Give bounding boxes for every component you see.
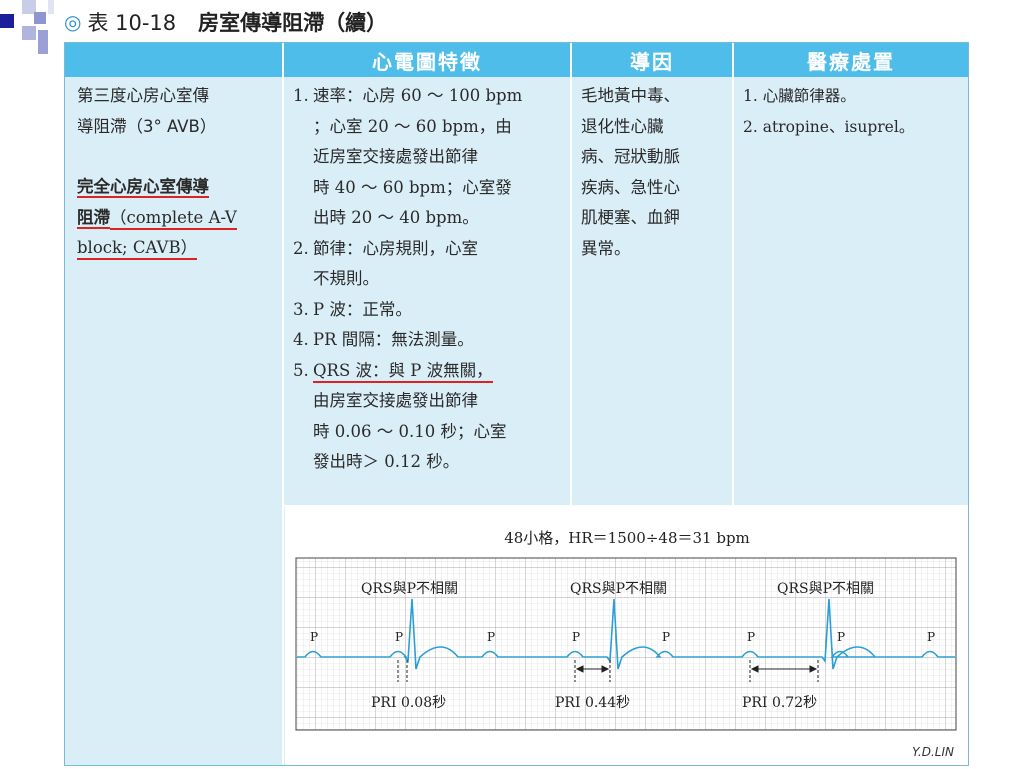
table-title: ◎ 表 10-18 房室傳導阻滯（續） [64, 6, 969, 38]
ecg-strip: 48小格，HR＝1500÷48＝31 bpm QRS與P不相關 QRS與P不相關 Q… [295, 529, 957, 731]
treatment-item: 2. atropine、isuprel。 [743, 117, 915, 136]
corner-decoration [0, 0, 60, 60]
p-wave-label: P [747, 630, 755, 644]
row-name-emphasis: 完全心房心室傳導 [77, 177, 209, 196]
ecg-features-cell: 1. 速率：心房 60 ～ 100 bpm ；心室 20 ～ 60 bpm，由 近房… [293, 81, 565, 478]
column-divider [282, 43, 284, 765]
cause-line: 肌梗塞、血鉀 [581, 208, 680, 227]
p-wave-label: P [310, 630, 318, 644]
ecg-caption: 48小格，HR＝1500÷48＝31 bpm [504, 529, 750, 547]
row-name-emphasis: 阻滯 [77, 207, 110, 227]
treatment-item: 1. 心臟節律器。 [743, 87, 856, 105]
p-wave-label: P [662, 630, 670, 644]
row-name-line: 第三度心房心室傳 [77, 86, 209, 105]
header-blank [65, 43, 282, 77]
treatment-cell: 1. 心臟節律器。 2. atropine、isuprel。 [743, 81, 965, 142]
feature-item: 1. 速率：心房 60 ～ 100 bpm ；心室 20 ～ 60 bpm，由 近房… [293, 86, 523, 227]
circle-bullet-icon: ◎ [64, 10, 82, 34]
row-name-english: （complete A-V [110, 207, 237, 230]
cause-line: 毛地黃中毒、 [581, 86, 680, 105]
header-treatment: 醫療處置 [734, 43, 968, 77]
author-signature: Y.D.LIN [912, 745, 954, 759]
pri-label: PRI 0.08秒 [371, 695, 446, 711]
p-wave-label: P [572, 630, 580, 644]
pri-label: PRI 0.44秒 [555, 695, 630, 711]
cause-line: 病、冠狀動脈 [581, 147, 680, 166]
feature-item: 4. PR 間隔：無法測量。 [293, 330, 474, 349]
header-ecg-features: 心電圖特徵 [284, 43, 570, 77]
cause-line: 退化性心臟 [581, 116, 664, 136]
qrs-label: QRS與P不相關 [777, 581, 874, 597]
cause-line: 異常。 [581, 238, 631, 258]
column-divider [570, 43, 572, 505]
qrs-label: QRS與P不相關 [570, 581, 667, 597]
row-name-line: 導阻滯（3° AVB） [77, 116, 217, 136]
table-title-text: 房室傳導阻滯（續） [198, 11, 388, 35]
feature-item: 2. 節律：心房規則，心室 不規則。 [293, 238, 478, 289]
column-divider [732, 43, 734, 505]
row-name-cell: 第三度心房心室傳 導阻滯（3° AVB） 完全心房心室傳導 阻滯（complet… [77, 81, 277, 264]
header-causes: 導因 [572, 43, 732, 77]
p-wave-label: P [487, 630, 495, 644]
feature-item: 5. QRS 波：與 P 波無關， 由房室交接處發出節律時 0.06 ～ 0.10… [293, 360, 507, 471]
p-wave-label: P [837, 630, 845, 644]
p-wave-label: P [395, 630, 403, 644]
p-wave-label: P [927, 630, 935, 644]
pri-label: PRI 0.72秒 [742, 695, 817, 711]
qrs-label: QRS與P不相關 [361, 581, 458, 597]
feature-item: 3. P 波：正常。 [293, 299, 412, 319]
causes-cell: 毛地黃中毒、 退化性心臟 病、冠狀動脈 疾病、急性心 肌梗塞、血鉀 異常。 [581, 81, 729, 264]
table-number: 表 10-18 [87, 11, 177, 35]
row-name-english: block; CAVB） [77, 238, 198, 260]
av-block-table: 心電圖特徵 導因 醫療處置 第三度心房心室傳 導阻滯（3° AVB） 完全心房心… [64, 42, 969, 766]
cause-line: 疾病、急性心 [581, 177, 680, 197]
ecg-strip-panel: 48小格，HR＝1500÷48＝31 bpm QRS與P不相關 QRS與P不相關 Q… [285, 507, 968, 765]
